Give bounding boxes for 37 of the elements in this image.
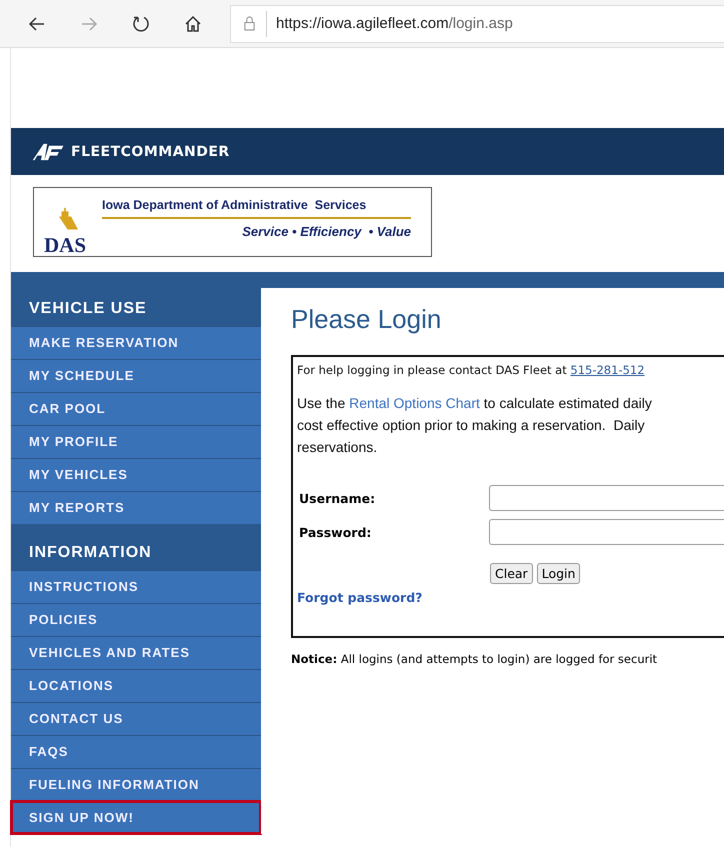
home-icon[interactable] <box>183 14 203 34</box>
forgot-password-link[interactable]: Forgot password? <box>297 590 422 605</box>
help-text: For help logging in please contact DAS Fleet at 515-281-512 <box>297 363 646 377</box>
brand-name: FLEETCOMMANDER <box>71 144 230 160</box>
sidebar-link[interactable]: MY VEHICLES <box>11 458 261 491</box>
sidebar-link[interactable]: MY SCHEDULE <box>11 359 261 392</box>
sidebar-link[interactable]: MY PROFILE <box>11 425 261 458</box>
url-text: https://iowa.agilefleet.com/login.asp <box>276 15 513 32</box>
sidebar-link[interactable]: POLICIES <box>11 603 261 636</box>
page-title: Please Login <box>291 304 442 335</box>
info-text: cost effective option prior to making a reservation. Daily <box>297 416 646 435</box>
form-button[interactable]: Login <box>536 563 580 584</box>
rental-chart-link[interactable]: Rental Options Chart <box>349 395 480 411</box>
field-label: Username: <box>298 490 376 506</box>
input-field[interactable] <box>489 485 724 511</box>
sidebar-link[interactable]: LOCATIONS <box>11 669 261 702</box>
phone-link[interactable]: 515-281-512 <box>570 363 645 377</box>
sidebar-link[interactable]: VEHICLES AND RATES <box>11 636 261 669</box>
field-label: Password: <box>298 524 372 540</box>
form-button[interactable]: Clear <box>490 563 533 584</box>
agency-name: Iowa Department of Administrative Services <box>102 198 411 219</box>
notice-text: Notice: All logins (and attempts to login) are logged for securit <box>291 652 658 666</box>
address-bar[interactable]: https://iowa.agilefleet.com/login.asp <box>230 4 724 42</box>
info-text: Use the Rental Options Chart to calculate estimated daily <box>297 394 653 413</box>
sidebar-link[interactable]: INSTRUCTIONS <box>11 570 261 603</box>
agency-mark: DAS <box>44 234 86 256</box>
lock-icon <box>243 16 256 31</box>
sidebar-link[interactable]: CONTACT US <box>11 702 261 735</box>
sidebar-link[interactable]: MY REPORTS <box>11 491 261 524</box>
sidebar-link[interactable]: SIGN UP NOW! <box>11 801 261 834</box>
input-field[interactable] <box>489 519 724 545</box>
sidebar-link[interactable]: FUELING INFORMATION <box>11 768 261 801</box>
agency-motto: Service • Efficiency • Value <box>241 224 411 239</box>
sidebar-link[interactable]: MAKE RESERVATION <box>11 326 261 359</box>
sidebar-link[interactable]: FAQS <box>11 735 261 768</box>
info-text: reservations. <box>297 438 378 457</box>
sidebar-link[interactable]: CAR POOL <box>11 392 261 425</box>
